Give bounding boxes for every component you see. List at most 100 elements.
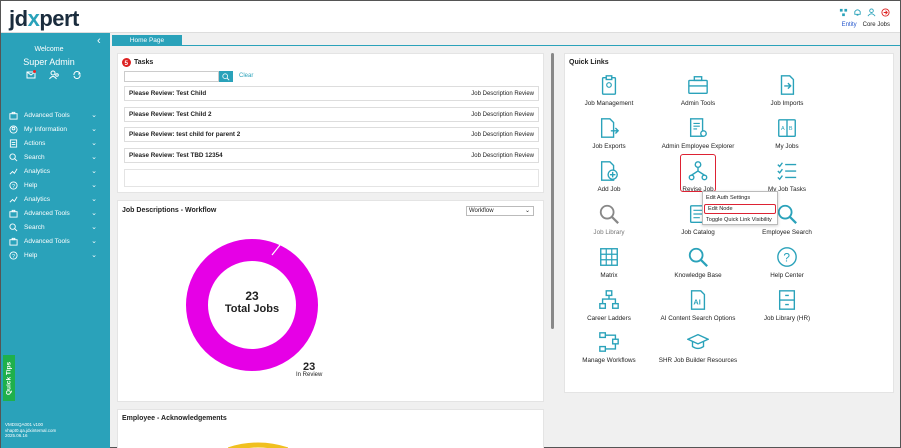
tab-divider [112,45,900,46]
top-bar: jdxpert Entity Core Jobs [1,1,900,33]
task-count-badge: 5 [122,58,131,67]
task-list-empty-row [124,169,539,187]
ai-document-icon: AI [690,290,706,310]
quick-link-job-management[interactable]: Job Management [564,74,654,116]
sidebar-item-help-2[interactable]: ? Help ⌄ [1,248,110,262]
chevron-down-icon: ⌄ [91,252,97,259]
document-gear-icon [689,118,707,137]
grid-icon [600,248,618,266]
org-chart-icon [599,290,619,309]
main-scrollbar-thumb[interactable] [551,53,554,329]
sidebar-item-label: Analytics [24,195,51,203]
workflow-title: Job Descriptions - Workflow [122,207,217,214]
search-icon [599,204,619,224]
chevron-down-icon: ⌄ [91,168,97,175]
mail-icon[interactable] [26,70,36,80]
task-row[interactable]: Please Review: Test Child 2 Job Descripti… [124,107,539,122]
quick-link-ai-content-search-options[interactable]: AI AI Content Search Options [653,289,743,331]
selected-highlight [680,154,716,192]
sidebar-item-search[interactable]: Search ⌄ [1,150,110,164]
sidebar-item-label: Help [24,181,38,189]
sidebar-item-advanced-tools-2[interactable]: Advanced Tools ⌄ [1,206,110,220]
quick-link-career-ladders[interactable]: Career Ladders [564,289,654,331]
core-jobs-link[interactable]: Core Jobs [863,22,890,28]
sidebar-item-actions[interactable]: Actions ⌄ [1,136,110,150]
welcome-text: Welcome [34,46,64,53]
quick-link-matrix[interactable]: Matrix [564,246,654,288]
menu-item-toggle-quick-link-visibility[interactable]: Toggle Quick Link Visibility [703,215,777,225]
bell-icon[interactable] [853,8,862,17]
task-list-icon [777,162,797,181]
quick-link-job-exports[interactable]: Job Exports [564,117,654,159]
cabinet-icon [778,290,796,310]
entity-link[interactable]: Entity [842,22,857,28]
svg-text:A: A [781,126,785,132]
task-row[interactable]: Please Review: Test Child Job Description… [124,86,539,101]
briefcase-icon [9,237,18,246]
quick-link-job-library-hr[interactable]: Job Library (HR) [742,289,832,331]
sidebar-item-help[interactable]: ? Help ⌄ [1,178,110,192]
task-row[interactable]: Please Review: test child for parent 2 Jo… [124,127,539,142]
quick-link-admin-tools[interactable]: Admin Tools [653,74,743,116]
sidebar-item-label: Advanced Tools [24,237,70,245]
tasks-panel: 5 Tasks Clear Please Review: Test Child J… [117,53,544,193]
user-circle-icon [9,124,18,134]
quick-links-title: Quick Links [569,59,609,66]
briefcase-icon [9,209,18,218]
svg-text:?: ? [783,251,790,265]
network-icon[interactable] [839,8,848,17]
chevron-down-icon: ⌄ [91,182,97,189]
quick-link-manage-workflows[interactable]: Manage Workflows [564,331,654,373]
sidebar-item-advanced-tools-3[interactable]: Advanced Tools ⌄ [1,234,110,248]
quick-link-shr-job-builder-resources[interactable]: SHR Job Builder Resources [653,331,743,373]
quick-link-context-menu: Edit Auth Settings Edit Node Toggle Quic… [702,191,778,225]
acknowledgements-panel: Employee - Acknowledgements [117,409,544,448]
sidebar-item-analytics[interactable]: Analytics ⌄ [1,164,110,178]
sidebar-item-label: My Information [24,125,67,133]
chevron-down-icon: ⌄ [524,208,530,214]
briefcase-icon [9,111,18,120]
quick-link-my-jobs[interactable]: AB My Jobs [742,117,832,159]
quick-link-job-imports[interactable]: Job Imports [742,74,832,116]
sidebar-item-label: Help [24,251,38,259]
sidebar-item-my-information[interactable]: My Information ⌄ [1,122,110,136]
svg-text:?: ? [12,183,15,189]
sync-icon[interactable] [72,70,82,80]
clear-link[interactable]: Clear [239,73,253,79]
quick-tips-tab[interactable]: Quick Tips [3,355,15,401]
jdxpert-logo[interactable]: jdxpert [9,6,79,32]
quick-link-admin-employee-explorer[interactable]: Admin Employee Explorer [653,117,743,159]
task-search-button[interactable] [219,71,233,82]
sidebar-item-label: Analytics [24,167,51,175]
menu-item-edit-node[interactable]: Edit Node [704,204,776,214]
checklist-icon [9,138,18,148]
sidebar-item-advanced-tools[interactable]: Advanced Tools ⌄ [1,108,110,122]
quick-link-add-job[interactable]: Add Job [564,160,654,202]
menu-item-edit-auth-settings[interactable]: Edit Auth Settings [703,193,777,203]
workflow-panel: Job Descriptions - Workflow Workflow ⌄ 23… [117,200,544,402]
search-icon [688,247,708,267]
collapse-sidebar-icon[interactable]: ‹ [97,35,101,47]
book-icon: AB [778,119,796,137]
workflow-select[interactable]: Workflow ⌄ [466,206,534,216]
sidebar-item-analytics-2[interactable]: Analytics ⌄ [1,192,110,206]
chevron-down-icon: ⌄ [91,154,97,161]
quick-link-job-library[interactable]: Job Library [564,203,654,245]
help-icon: ? [9,180,18,189]
logout-icon[interactable] [881,8,890,17]
file-export-icon [600,118,620,138]
task-row[interactable]: Please Review: Test TBD 12354 Job Descrip… [124,148,539,163]
quick-link-knowledge-base[interactable]: Knowledge Base [653,246,743,288]
sidebar-item-search-2[interactable]: Search ⌄ [1,220,110,234]
chart-icon [9,196,18,203]
user-group-icon[interactable] [49,70,59,80]
total-label: Total Jobs [225,303,279,315]
search-icon [9,152,18,161]
quick-link-help-center[interactable]: ? Help Center [742,246,832,288]
file-add-icon [600,161,618,181]
chart-icon [9,168,18,175]
chevron-down-icon: ⌄ [91,126,97,133]
task-search-input[interactable] [124,71,219,82]
user-settings-icon[interactable] [867,8,876,17]
total-count: 23 [245,289,259,303]
